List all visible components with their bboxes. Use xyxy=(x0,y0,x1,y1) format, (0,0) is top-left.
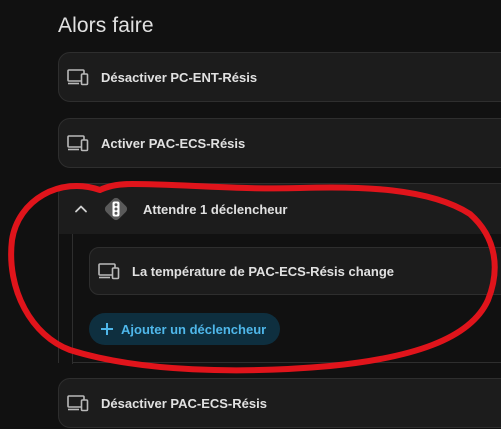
wait-block-header[interactable]: Attendre 1 déclencheur xyxy=(59,184,501,234)
action-label: Désactiver PC-ENT-Résis xyxy=(101,69,258,85)
nesting-line xyxy=(72,234,73,364)
trigger-row-content: La température de PAC-ECS-Résis change xyxy=(90,248,501,294)
wait-block-label: Attendre 1 déclencheur xyxy=(143,201,288,217)
device-icon xyxy=(67,135,89,152)
add-trigger-button-label: Ajouter un déclencheur xyxy=(121,321,267,337)
plus-icon xyxy=(101,323,113,335)
automation-editor: Alors faire Désactiver PC-ENT-Résis Acti… xyxy=(0,0,501,429)
trigger-row[interactable]: La température de PAC-ECS-Résis change xyxy=(89,247,501,295)
chevron-up-icon[interactable] xyxy=(73,201,89,217)
traffic-light-icon xyxy=(104,197,128,221)
action-label: Désactiver PAC-ECS-Résis xyxy=(101,395,267,411)
action-row-content: Désactiver PAC-ECS-Résis xyxy=(59,379,501,427)
wait-block-header-content: Attendre 1 déclencheur xyxy=(59,184,501,234)
divider xyxy=(72,362,501,363)
device-icon xyxy=(67,395,89,412)
action-row[interactable]: Désactiver PAC-ECS-Résis xyxy=(58,378,501,428)
device-icon xyxy=(98,263,120,280)
action-row[interactable]: Activer PAC-ECS-Résis xyxy=(58,118,501,168)
action-row-content: Désactiver PC-ENT-Résis xyxy=(59,53,501,101)
action-row[interactable]: Désactiver PC-ENT-Résis xyxy=(58,52,501,102)
device-icon xyxy=(67,69,89,86)
wait-for-trigger-block: Attendre 1 déclencheur La température de… xyxy=(58,183,501,364)
section-title: Alors faire xyxy=(58,14,154,37)
trigger-label: La température de PAC-ECS-Résis change xyxy=(132,263,394,279)
add-trigger-button[interactable]: Ajouter un déclencheur xyxy=(89,313,281,345)
action-label: Activer PAC-ECS-Résis xyxy=(101,135,246,151)
action-row-content: Activer PAC-ECS-Résis xyxy=(59,119,501,167)
